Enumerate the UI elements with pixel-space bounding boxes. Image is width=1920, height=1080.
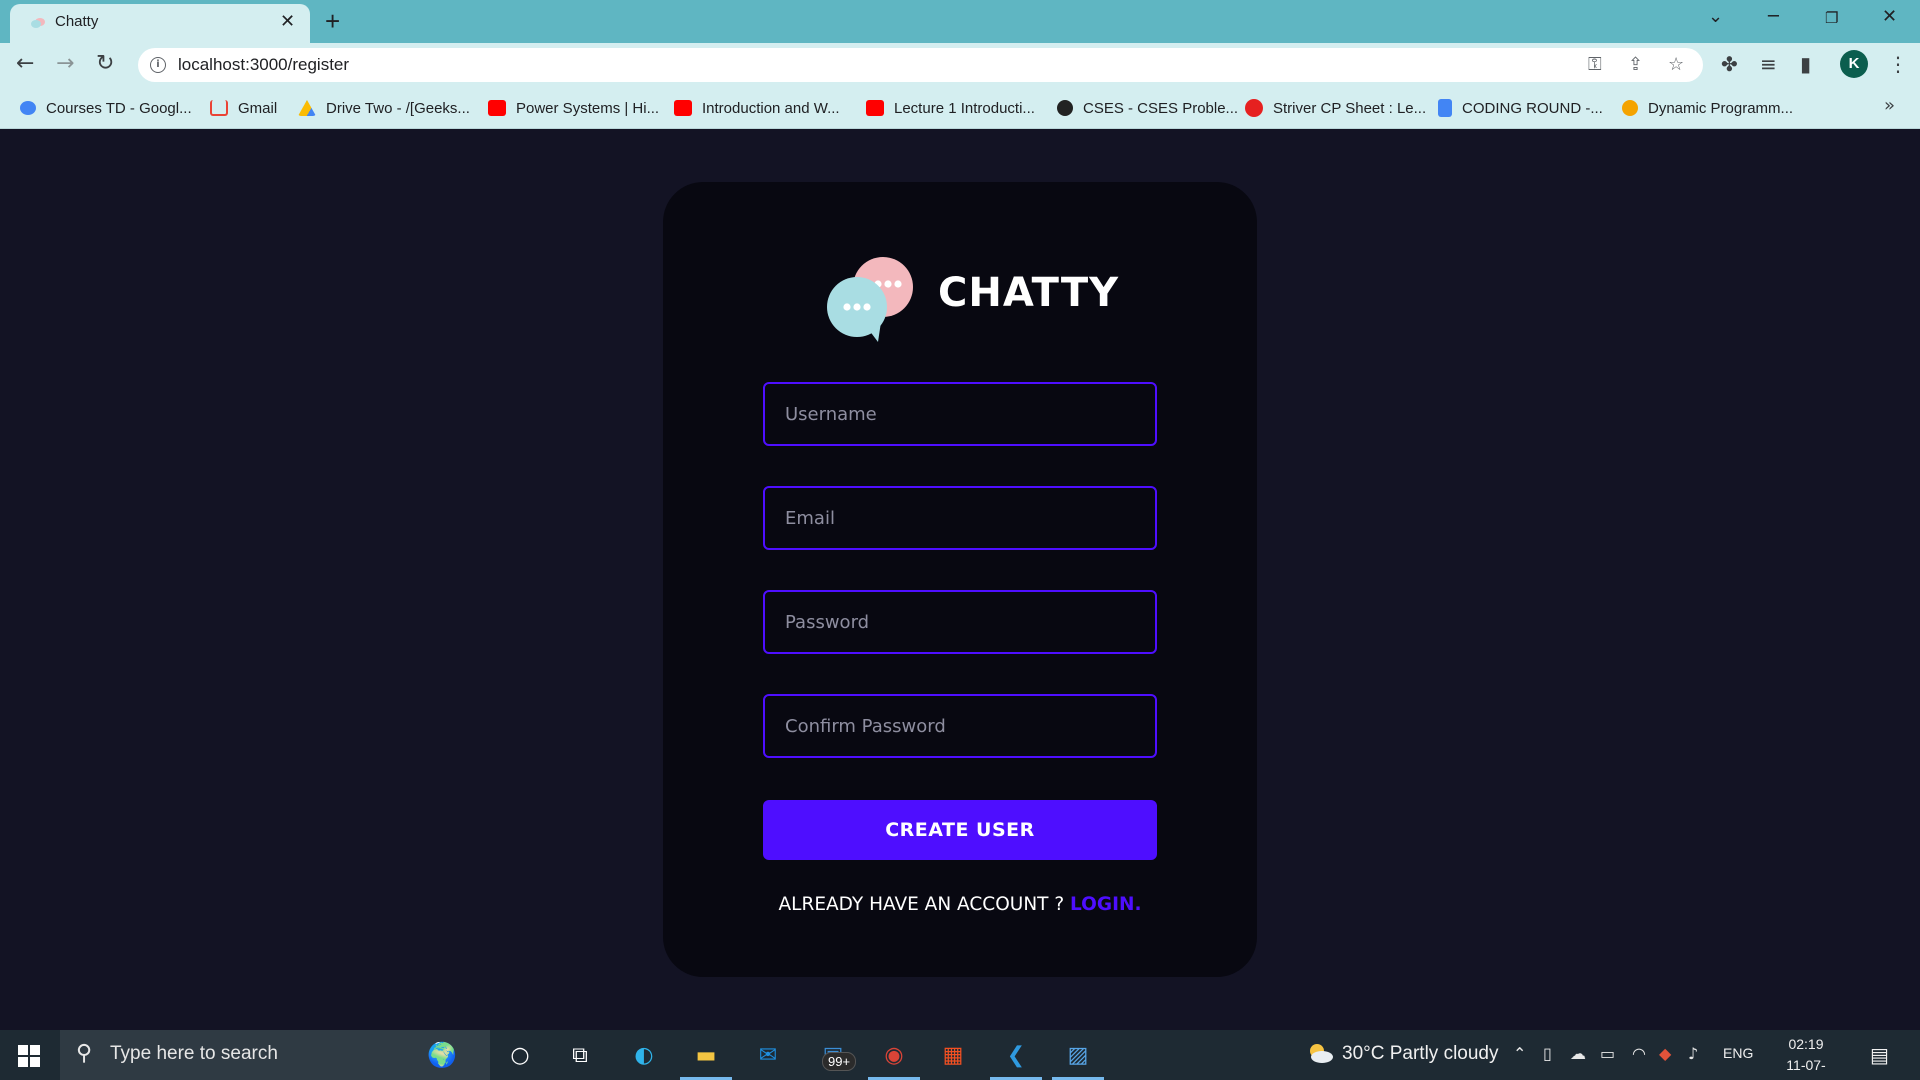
search-placeholder: Type here to search bbox=[110, 1043, 278, 1064]
drive-icon bbox=[298, 100, 316, 116]
more-bookmarks-chevron-icon[interactable]: » bbox=[1884, 95, 1895, 116]
bookmark-item[interactable]: CSES - CSES Proble... bbox=[1057, 97, 1238, 119]
username-input[interactable] bbox=[763, 382, 1157, 446]
browser-tab-bar: Chatty ✕ + ⌄ ─ ❐ ✕ bbox=[0, 0, 1920, 43]
confirm-password-input[interactable] bbox=[763, 694, 1157, 758]
key-icon[interactable]: ⚿ bbox=[1588, 54, 1602, 75]
create-user-button[interactable]: CREATE USER bbox=[763, 800, 1157, 860]
tab-title: Chatty bbox=[55, 13, 99, 30]
back-arrow-icon[interactable]: ← bbox=[16, 51, 34, 77]
bookmark-item[interactable]: Dynamic Programm... bbox=[1622, 97, 1793, 119]
clock-time: 02:19 bbox=[1788, 1036, 1824, 1052]
share-icon[interactable]: ⇪ bbox=[1628, 54, 1643, 75]
clock[interactable]: 02:19 11-07-2022 bbox=[1772, 1034, 1840, 1080]
login-prompt: ALREADY HAVE AN ACCOUNT ? LOGIN. bbox=[763, 894, 1157, 915]
login-prompt-text: ALREADY HAVE AN ACCOUNT ? bbox=[778, 894, 1071, 915]
register-form: CHATTY CREATE USER ALREADY HAVE AN ACCOU… bbox=[663, 182, 1257, 977]
search-highlight-icon[interactable]: 🌍 bbox=[402, 1038, 482, 1072]
gmail-icon bbox=[210, 100, 228, 116]
bookmarks-bar: Courses TD - Googl... Gmail Drive Two - … bbox=[0, 87, 1920, 129]
bookmark-item[interactable]: Introduction and W... bbox=[674, 97, 840, 119]
media-queue-icon[interactable]: ≡ bbox=[1760, 52, 1777, 76]
restore-icon[interactable]: ❐ bbox=[1825, 9, 1838, 27]
google-docs-icon bbox=[1438, 99, 1452, 117]
cortana-icon[interactable]: ○ bbox=[502, 1038, 538, 1072]
partly-cloudy-icon bbox=[1310, 1044, 1333, 1063]
password-input[interactable] bbox=[763, 590, 1157, 654]
site-info-icon[interactable]: i bbox=[150, 57, 166, 73]
menu-kebab-icon[interactable]: ⋮ bbox=[1888, 52, 1908, 76]
bookmark-star-icon[interactable]: ☆ bbox=[1668, 54, 1684, 75]
bookmark-item[interactable]: Courses TD - Googl... bbox=[20, 97, 192, 119]
youtube-icon bbox=[674, 100, 692, 116]
bookmark-item[interactable]: CODING ROUND -... bbox=[1438, 97, 1603, 119]
task-view-icon[interactable]: ⧉ bbox=[562, 1038, 598, 1072]
notifications-icon[interactable]: ▤ bbox=[1870, 1043, 1889, 1067]
edge-browser-icon[interactable]: ◐ bbox=[626, 1038, 662, 1072]
people-icon bbox=[20, 101, 36, 115]
email-input[interactable] bbox=[763, 486, 1157, 550]
bookmark-item[interactable]: Lecture 1 Introducti... bbox=[866, 97, 1035, 119]
page-content: CHATTY CREATE USER ALREADY HAVE AN ACCOU… bbox=[0, 129, 1920, 1030]
battery-icon[interactable]: ▭ bbox=[1600, 1044, 1615, 1063]
file-explorer-icon[interactable]: ▬ bbox=[680, 1038, 732, 1080]
youtube-icon bbox=[488, 100, 506, 116]
address-bar[interactable]: i localhost:3000/register ⚿ ⇪ ☆ bbox=[138, 48, 1703, 82]
vscode-icon[interactable]: ❮ bbox=[990, 1038, 1042, 1080]
chat-bubbles-icon bbox=[827, 257, 913, 342]
onedrive-cloud-icon[interactable]: ☁ bbox=[1570, 1044, 1586, 1063]
meet-now-icon[interactable]: ▯ bbox=[1543, 1044, 1552, 1063]
search-icon: ⚲ bbox=[76, 1041, 93, 1066]
youtube-icon bbox=[866, 100, 884, 116]
bookmark-item[interactable]: Striver CP Sheet : Le... bbox=[1245, 97, 1426, 119]
language-indicator[interactable]: ENG bbox=[1723, 1045, 1753, 1061]
login-link[interactable]: LOGIN. bbox=[1070, 894, 1141, 915]
windows-start-icon[interactable] bbox=[18, 1045, 40, 1067]
bookmark-item[interactable]: Gmail bbox=[210, 97, 277, 119]
weather-text[interactable]: 30°C Partly cloudy bbox=[1342, 1043, 1499, 1065]
globe-icon bbox=[1057, 100, 1073, 116]
antivirus-icon[interactable]: ◆ bbox=[1659, 1044, 1671, 1063]
show-hidden-icons-chevron-icon[interactable]: ⌃ bbox=[1513, 1044, 1526, 1063]
browser-toolbar: ← → ↻ i localhost:3000/register ⚿ ⇪ ☆ ✤ … bbox=[0, 43, 1920, 87]
volume-icon[interactable]: ♪ bbox=[1688, 1044, 1698, 1063]
extensions-puzzle-icon[interactable]: ✤ bbox=[1721, 52, 1738, 76]
tab-search-chevron-icon[interactable]: ⌄ bbox=[1708, 6, 1723, 27]
wifi-icon[interactable]: ◠ bbox=[1632, 1044, 1646, 1063]
close-tab-icon[interactable]: ✕ bbox=[280, 12, 295, 32]
forward-arrow-icon[interactable]: → bbox=[56, 51, 74, 77]
mail-count-badge: 99+ bbox=[822, 1052, 857, 1071]
chrome-icon[interactable]: ◉ bbox=[868, 1038, 920, 1080]
chat-bubbles-icon bbox=[31, 18, 45, 28]
clock-date: 11-07-2022 bbox=[1786, 1057, 1826, 1080]
windows-taskbar: ⚲ Type here to search 🌍 ○ ⧉ ◐ ▬ ✉ ▣ ◉ ▦ … bbox=[0, 1030, 1920, 1080]
bookmark-item[interactable]: Drive Two - /[Geeks... bbox=[298, 97, 470, 119]
profile-avatar[interactable]: K bbox=[1840, 50, 1868, 78]
bookmark-item[interactable]: Power Systems | Hi... bbox=[488, 97, 659, 119]
close-window-icon[interactable]: ✕ bbox=[1882, 6, 1897, 27]
mail-icon[interactable]: ✉ bbox=[750, 1038, 786, 1072]
url-text[interactable]: localhost:3000/register bbox=[178, 55, 349, 75]
site-favicon-icon bbox=[1622, 100, 1638, 116]
browser-tab[interactable]: Chatty ✕ bbox=[10, 4, 310, 43]
photos-icon[interactable]: ▨ bbox=[1052, 1038, 1104, 1080]
brand: CHATTY bbox=[823, 252, 1123, 352]
microsoft-store-icon[interactable]: ▦ bbox=[935, 1038, 971, 1072]
brand-name: CHATTY bbox=[938, 270, 1120, 316]
minimize-icon[interactable]: ─ bbox=[1768, 6, 1779, 27]
new-tab-button[interactable]: + bbox=[325, 6, 340, 36]
reload-icon[interactable]: ↻ bbox=[96, 51, 114, 77]
side-panel-icon[interactable]: ▮ bbox=[1800, 52, 1811, 76]
tuf-logo-icon bbox=[1245, 99, 1263, 117]
